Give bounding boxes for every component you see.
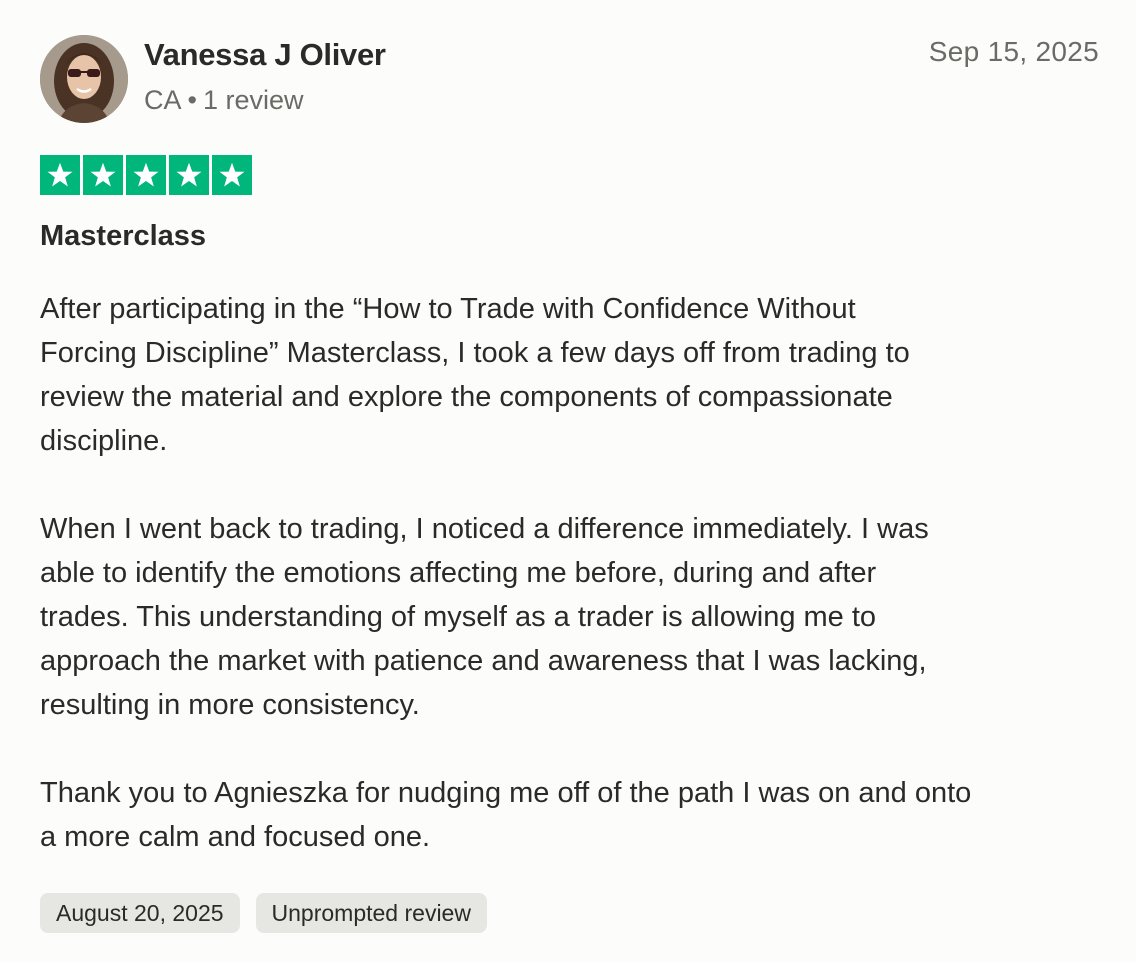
review-text-line: resulting in more consistency. — [40, 689, 420, 721]
review-posted-date: Sep 15, 2025 — [928, 36, 1099, 67]
star-rating — [40, 155, 252, 195]
review-text-line: Forcing Discipline” Masterclass, I took … — [40, 337, 910, 369]
star-icon — [169, 155, 209, 195]
reviewer-country: CA — [144, 85, 182, 115]
review-text-line: When I went back to trading, I noticed a… — [40, 513, 929, 545]
star-icon — [212, 155, 252, 195]
review-title[interactable]: Masterclass — [40, 220, 206, 253]
reviewer-photo — [40, 35, 128, 123]
review-text-line: After participating in the “How to Trade… — [40, 293, 856, 325]
reviewer-meta: CA • 1 review — [144, 85, 304, 116]
review-text-line: a more calm and focused one. — [40, 821, 431, 853]
experience-date-tag: August 20, 2025 — [40, 893, 240, 933]
review-paragraph: After participating in the “How to Trade… — [40, 287, 1110, 463]
star-icon — [83, 155, 123, 195]
review-tags: August 20, 2025 Unprompted review — [40, 893, 487, 933]
review-text-line: trades. This understanding of myself as … — [40, 601, 877, 633]
meta-separator: • — [187, 85, 197, 115]
star-icon — [126, 155, 166, 195]
unprompted-review-badge[interactable]: Unprompted review — [255, 893, 487, 933]
review-text-line: approach the market with patience and aw… — [40, 645, 927, 677]
review-paragraph: Thank you to Agnieszka for nudging me of… — [40, 771, 1110, 859]
review-paragraph: When I went back to trading, I noticed a… — [40, 507, 1110, 727]
reviewer-review-count: 1 review — [202, 85, 304, 115]
star-icon — [40, 155, 80, 195]
reviewer-name[interactable]: Vanessa J Oliver — [144, 37, 386, 73]
review-text-line: able to identify the emotions affecting … — [40, 557, 877, 589]
review-text-line: discipline. — [40, 425, 168, 457]
review-body: After participating in the “How to Trade… — [40, 287, 1110, 859]
avatar[interactable] — [40, 35, 128, 123]
review-text-line: review the material and explore the comp… — [40, 381, 893, 413]
review-text-line: Thank you to Agnieszka for nudging me of… — [40, 777, 972, 809]
review-card: Vanessa J Oliver CA • 1 review Sep 15, 202… — [0, 0, 1136, 962]
